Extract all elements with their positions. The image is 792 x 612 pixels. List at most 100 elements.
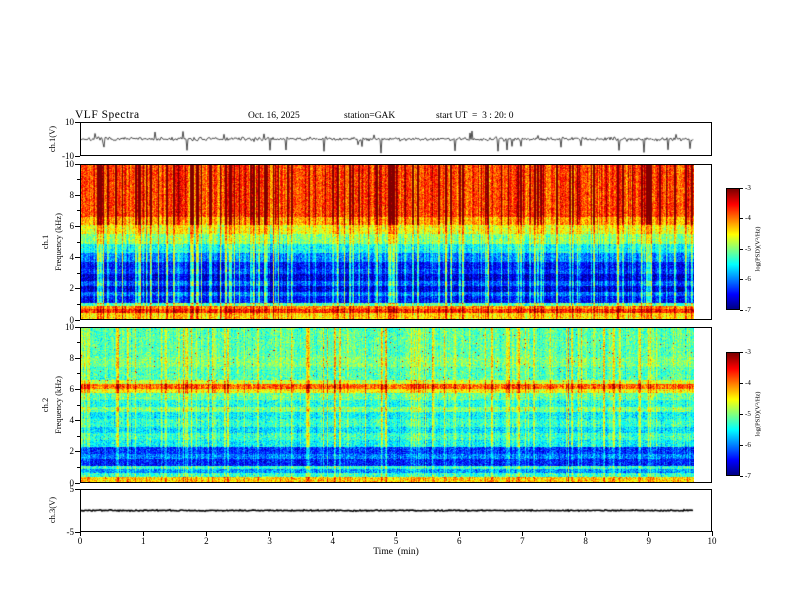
colorbar-tick-mark xyxy=(740,187,743,189)
colorbar-tick-label: -5 xyxy=(745,409,751,418)
colorbar-tick-mark xyxy=(740,248,743,250)
x-tick-mark xyxy=(458,531,460,536)
x-axis-label: Time (min) xyxy=(373,547,419,557)
colorbar-ch2 xyxy=(726,352,740,476)
y-tick-label: 8 xyxy=(69,352,75,363)
colorbar-tick-label: -6 xyxy=(745,275,751,283)
y-tick-mark xyxy=(75,155,80,157)
panel-ch1-waveform xyxy=(80,122,712,156)
ch3-waveform-plot xyxy=(81,490,694,531)
x-tick-mark xyxy=(269,531,271,536)
x-tick-label: 3 xyxy=(267,536,272,546)
y-tick-mark xyxy=(75,388,80,390)
figure-title: VLF Spectra xyxy=(75,109,140,121)
vlf-spectra-figure: VLF Spectra Oct. 16, 2025 station=GAK st… xyxy=(0,0,792,612)
x-tick-label: 0 xyxy=(77,536,83,546)
y-tick-label: 6 xyxy=(69,383,75,394)
y-minor-tick-mark xyxy=(77,272,80,274)
y-minor-tick-mark xyxy=(77,241,80,243)
ch2-frequency-axis-label: Frequency (kHz) xyxy=(53,376,63,434)
x-tick-mark xyxy=(711,531,713,536)
y-tick-label: 5 xyxy=(69,483,75,494)
colorbar-tick-label: -7 xyxy=(745,305,751,314)
colorbar-ch1-label: log(PSD)(V²/Hz) xyxy=(754,226,762,272)
y-minor-tick-mark xyxy=(77,435,80,437)
y-tick-mark xyxy=(75,194,80,196)
y-tick-label: 4 xyxy=(69,252,75,263)
y-tick-label: 10 xyxy=(65,158,74,169)
y-tick-label: -5 xyxy=(66,526,75,537)
ch2-channel-axis-label: ch.2 xyxy=(40,397,50,413)
y-minor-tick-mark xyxy=(77,303,80,305)
ch1-voltage-axis-label: ch.1(V) xyxy=(47,125,57,153)
colorbar-tick-label: -3 xyxy=(745,347,751,356)
colorbar-ch1-gradient xyxy=(727,189,739,309)
y-tick-label: 2 xyxy=(69,446,75,457)
y-minor-tick-mark xyxy=(77,179,80,181)
y-tick-mark xyxy=(75,257,80,259)
y-minor-tick-mark xyxy=(77,342,80,344)
colorbar-tick-label: -4 xyxy=(745,378,751,387)
x-tick-mark xyxy=(142,531,144,536)
panel-ch3-waveform xyxy=(80,489,712,532)
x-tick-mark xyxy=(332,531,334,536)
x-tick-mark xyxy=(79,531,81,536)
y-tick-mark xyxy=(75,482,80,484)
colorbar-ch1 xyxy=(726,188,740,310)
colorbar-tick-label: -6 xyxy=(745,440,751,449)
start-ut-label: start UT = 3 : 20: 0 xyxy=(436,111,514,121)
ch3-voltage-axis-label: ch.3(V) xyxy=(47,496,57,524)
colorbar-tick-mark xyxy=(740,382,743,384)
x-tick-mark xyxy=(648,531,650,536)
x-tick-label: 7 xyxy=(520,536,525,546)
colorbar-tick-mark xyxy=(740,413,743,415)
colorbar-tick-label: -5 xyxy=(745,244,751,253)
colorbar-tick-mark xyxy=(740,218,743,219)
panel-ch1-spectrogram xyxy=(80,164,712,320)
y-tick-mark xyxy=(75,121,80,123)
x-tick-mark xyxy=(521,531,523,536)
x-tick-label: 9 xyxy=(646,536,652,546)
ch1-waveform-plot xyxy=(81,123,694,155)
y-tick-mark xyxy=(75,420,80,422)
y-tick-label: 2 xyxy=(69,283,75,294)
ch1-frequency-axis-label: Frequency (kHz) xyxy=(53,213,63,271)
x-tick-label: 8 xyxy=(583,536,588,546)
ch1-channel-axis-label: ch.1 xyxy=(40,234,50,250)
x-tick-label: 10 xyxy=(707,536,717,546)
y-tick-mark xyxy=(75,163,80,165)
y-tick-label: 10 xyxy=(65,116,74,127)
colorbar-tick-mark xyxy=(740,475,743,477)
y-minor-tick-mark xyxy=(77,404,80,406)
y-tick-mark xyxy=(75,451,80,453)
colorbar-tick-mark xyxy=(740,309,743,311)
y-tick-label: 6 xyxy=(69,220,75,231)
colorbar-tick-label: -3 xyxy=(745,183,751,192)
y-tick-mark xyxy=(75,319,80,321)
y-minor-tick-mark xyxy=(77,373,80,375)
panel-ch2-spectrogram xyxy=(80,327,712,483)
colorbar-ch2-label: log(PSD)(V²/Hz) xyxy=(754,391,762,437)
y-tick-mark xyxy=(75,288,80,290)
y-tick-label: 4 xyxy=(69,415,75,426)
y-minor-tick-mark xyxy=(77,466,80,468)
colorbar-tick-mark xyxy=(740,351,743,353)
x-tick-label: 4 xyxy=(330,536,336,546)
y-tick-mark xyxy=(75,488,80,490)
date-label: Oct. 16, 2025 xyxy=(248,111,300,121)
x-tick-mark xyxy=(205,531,207,536)
colorbar-tick-label: -4 xyxy=(745,214,751,222)
colorbar-tick-mark xyxy=(740,444,743,446)
x-tick-label: 6 xyxy=(456,536,462,546)
x-tick-label: 2 xyxy=(204,536,209,546)
ch1-spectrogram-plot xyxy=(81,165,694,319)
station-label: station=GAK xyxy=(344,111,396,121)
y-tick-mark xyxy=(75,326,80,328)
colorbar-tick-label: -7 xyxy=(745,471,751,480)
y-tick-mark xyxy=(75,357,80,359)
y-tick-mark xyxy=(75,225,80,227)
ch2-spectrogram-plot xyxy=(81,328,694,482)
x-tick-label: 5 xyxy=(393,536,399,546)
x-tick-label: 1 xyxy=(140,536,146,546)
y-tick-label: 10 xyxy=(65,321,74,332)
